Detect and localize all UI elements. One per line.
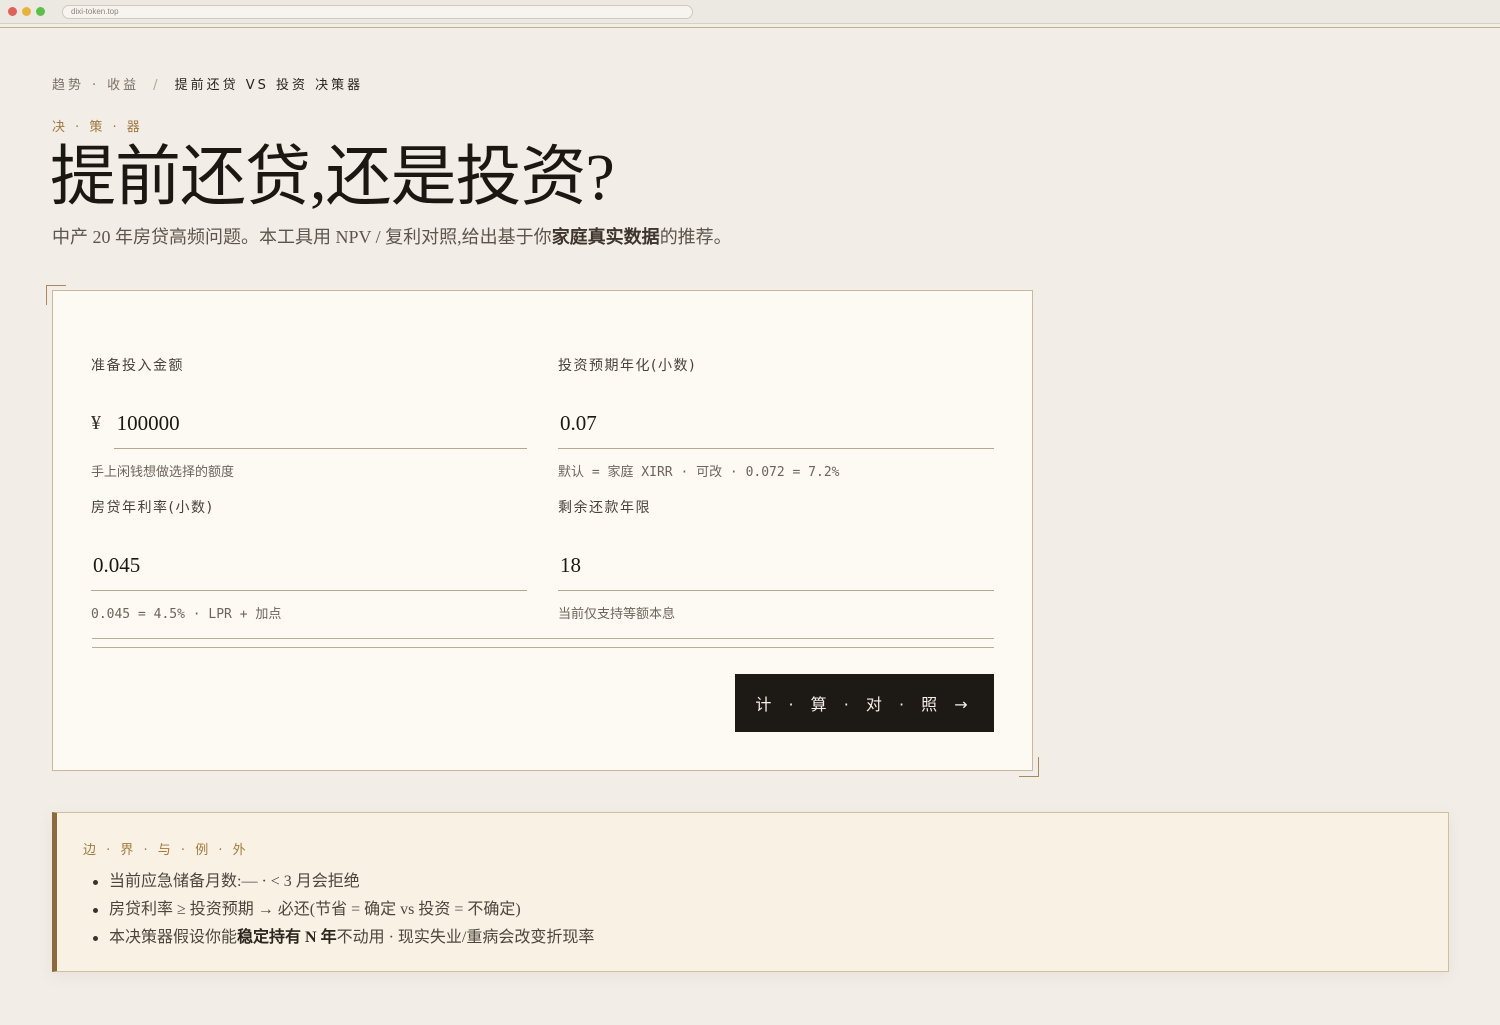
- remaining-years-hint: 当前仅支持等额本息: [558, 607, 676, 622]
- amount-hint: 手上闲钱想做选择的额度: [91, 465, 235, 480]
- form-divider-top: [92, 638, 994, 639]
- expected-return-field: 投资预期年化(小数) 默认 = 家庭 XIRR · 可改 · 0.072 = 7…: [558, 355, 994, 480]
- note-item-assumption: 本决策器假设你能稳定持有 N 年不动用 · 现实失业/重病会改变折现率: [92, 924, 595, 952]
- subtitle-text-before: 中产 20 年房贷高频问题。本工具用 NPV / 复利对照,给出基于你: [52, 227, 552, 247]
- boundary-exceptions-note: 边 · 界 · 与 · 例 · 外 当前应急储备月数:— · < 3 月会拒绝 …: [52, 812, 1449, 972]
- amount-field: 准备投入金额 ¥ 手上闲钱想做选择的额度: [91, 355, 527, 480]
- page-subtitle: 中产 20 年房贷高频问题。本工具用 NPV / 复利对照,给出基于你家庭真实数…: [52, 223, 732, 249]
- amount-label: 准备投入金额: [91, 358, 184, 374]
- note-item-emergency-reserve: 当前应急储备月数:— · < 3 月会拒绝: [92, 868, 594, 896]
- loan-rate-underline: [91, 590, 527, 591]
- subtitle-emphasis: 家庭真实数据: [551, 227, 660, 247]
- amount-input[interactable]: [114, 410, 527, 436]
- assumption-emphasis: 稳定持有 N 年: [237, 929, 337, 946]
- assumption-text-before: 本决策器假设你能: [109, 929, 238, 946]
- remaining-years-field: 剩余还款年限 当前仅支持等额本息: [558, 497, 994, 622]
- note-item-rate-comparison: 房贷利率 ≥ 投资预期 → 必还(节省 = 确定 vs 投资 = 不确定): [92, 896, 594, 924]
- breadcrumb-current: 提前还贷 VS 投资 决策器: [174, 78, 364, 93]
- expected-return-label: 投资预期年化(小数): [558, 358, 696, 374]
- maximize-window-button[interactable]: [36, 7, 45, 16]
- address-bar[interactable]: dixi-token.top: [62, 5, 693, 19]
- form-divider-bottom: [92, 647, 994, 648]
- remaining-years-label: 剩余还款年限: [558, 500, 651, 516]
- expected-return-input[interactable]: [558, 410, 994, 436]
- amount-input-row: ¥: [91, 399, 527, 449]
- breadcrumb-item-returns[interactable]: 收益: [107, 78, 139, 93]
- browser-toolbar: dixi-token.top: [0, 0, 1500, 24]
- loan-rate-label: 房贷年利率(小数): [91, 500, 214, 516]
- assumption-text-after: 不动用 · 现实失业/重病会改变折现率: [336, 929, 595, 946]
- decision-form-card: 准备投入金额 ¥ 手上闲钱想做选择的额度 投资预期年化(小数) 默认 = 家庭 …: [52, 290, 1033, 771]
- close-window-button[interactable]: [8, 7, 17, 16]
- note-list: 当前应急储备月数:— · < 3 月会拒绝 房贷利率 ≥ 投资预期 → 必还(节…: [92, 868, 595, 952]
- page-title: 提前还贷,还是投资?: [50, 141, 615, 214]
- loan-rate-input-row: [91, 541, 527, 591]
- loan-rate-hint: 0.045 = 4.5% · LPR + 加点: [91, 607, 282, 622]
- remaining-years-underline: [558, 590, 994, 591]
- remaining-years-input[interactable]: [558, 552, 994, 578]
- minimize-window-button[interactable]: [22, 7, 31, 16]
- page-top-divider: [0, 27, 1500, 28]
- expected-return-underline: [558, 448, 994, 449]
- expected-return-hint: 默认 = 家庭 XIRR · 可改 · 0.072 = 7.2%: [558, 465, 840, 480]
- breadcrumb: 趋势 · 收益 / 提前还贷 VS 投资 决策器: [52, 74, 363, 93]
- loan-rate-input[interactable]: [91, 552, 527, 578]
- loan-rate-field: 房贷年利率(小数) 0.045 = 4.5% · LPR + 加点: [91, 497, 527, 622]
- amount-underline: [114, 448, 527, 449]
- breadcrumb-dot: ·: [92, 78, 100, 93]
- calculate-compare-button[interactable]: 计 · 算 · 对 · 照 →: [735, 674, 994, 732]
- subtitle-text-after: 的推荐。: [659, 227, 732, 247]
- breadcrumb-item-trends[interactable]: 趋势: [52, 78, 84, 93]
- expected-return-input-row: [558, 399, 994, 449]
- remaining-years-input-row: [558, 541, 994, 591]
- section-eyebrow: 决 · 策 · 器: [52, 120, 143, 135]
- currency-prefix: ¥: [91, 411, 101, 434]
- breadcrumb-separator: /: [153, 78, 161, 93]
- card-corner-ornament-bottom-right: [1019, 757, 1039, 777]
- note-title: 边 · 界 · 与 · 例 · 外: [83, 843, 249, 858]
